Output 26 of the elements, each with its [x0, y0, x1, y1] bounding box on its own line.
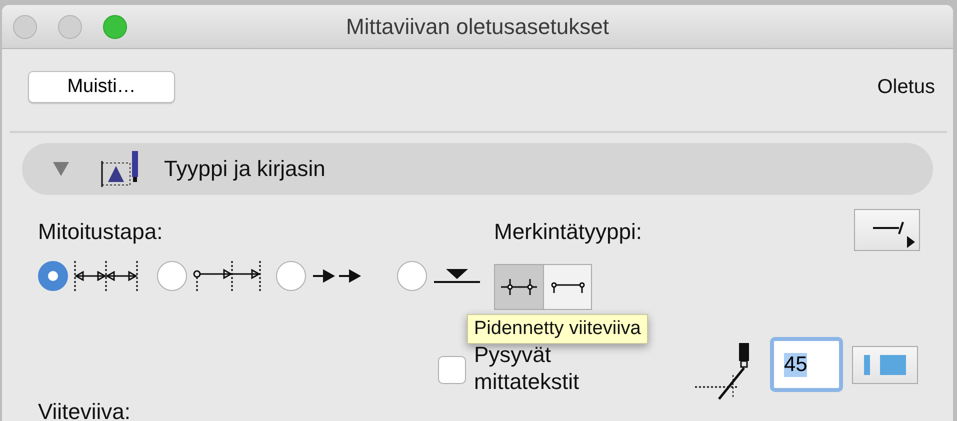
- dimension-line-icon: [73, 261, 139, 291]
- window-title: Mittaviivan oletusasetukset: [346, 14, 609, 40]
- memory-button[interactable]: Muisti…: [28, 71, 175, 103]
- marker-segment[interactable]: [495, 265, 543, 309]
- text-style-icon: [99, 149, 141, 189]
- tooltip: Pidennetty viiteviiva: [467, 314, 648, 344]
- marker-type-label: Merkintätyyppi:: [494, 219, 642, 245]
- dimension-line-icon: [192, 261, 262, 291]
- radio-button[interactable]: [397, 261, 427, 291]
- angle-field[interactable]: 45: [770, 337, 843, 392]
- radio-button[interactable]: [38, 261, 68, 291]
- radio-button[interactable]: [276, 261, 306, 291]
- checkbox[interactable]: [438, 356, 466, 384]
- fill-style-button[interactable]: [852, 346, 918, 384]
- marker-segment[interactable]: [543, 265, 591, 309]
- checkbox-label: Pysyvät mittatekstit: [474, 341, 580, 395]
- minimize-button[interactable]: [58, 14, 82, 38]
- radio-button[interactable]: [157, 261, 187, 291]
- zoom-button[interactable]: [103, 14, 127, 38]
- preset-label: Oletus: [877, 76, 935, 98]
- marker-popup-button[interactable]: [854, 209, 920, 251]
- witness-line-label: Viiteviiva:: [38, 399, 131, 421]
- section-title: Tyyppi ja kirjasin: [164, 156, 326, 182]
- close-button[interactable]: [13, 14, 37, 38]
- section-header[interactable]: Tyyppi ja kirjasin: [22, 143, 933, 195]
- dimension-method-label: Mitoitustapa:: [38, 219, 164, 245]
